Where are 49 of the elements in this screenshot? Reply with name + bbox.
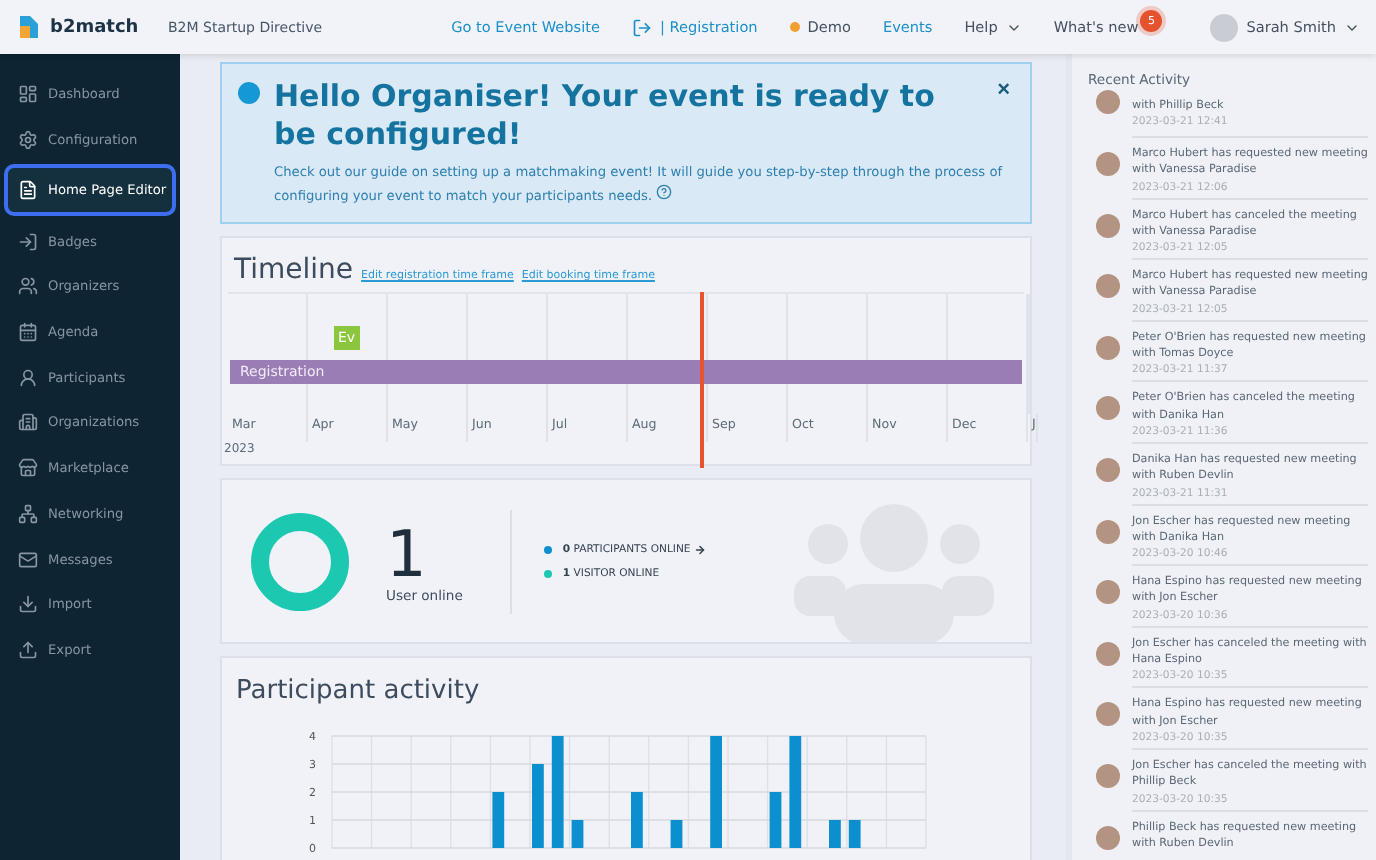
brand-name: b2match — [50, 17, 139, 37]
avatar-icon — [1096, 519, 1120, 544]
online-count: 1 — [386, 519, 427, 587]
avatar-icon — [1096, 580, 1120, 605]
menu-item-icon — [18, 594, 38, 615]
banner-title: Hello Organiser! Your event is ready to be configured! — [274, 78, 937, 154]
card-title: Participant activity — [236, 676, 482, 706]
activity-bar — [551, 736, 564, 848]
avatar-icon — [1096, 457, 1120, 482]
menu-item-icon — [18, 322, 38, 343]
activity-bar — [829, 820, 841, 848]
menu-item-icon — [18, 180, 38, 201]
activity-bar — [670, 820, 683, 848]
menu-item-icon — [18, 231, 38, 252]
avatar-icon — [1096, 152, 1120, 176]
close-button[interactable]: × — [997, 78, 1010, 102]
activity-bar — [571, 820, 584, 848]
logo-icon — [16, 14, 40, 40]
activity-bar — [492, 792, 505, 848]
avatar-icon — [1210, 13, 1239, 41]
avatar-icon — [1096, 274, 1120, 299]
activity-bar — [631, 792, 643, 848]
menu-item-icon — [18, 639, 38, 660]
menu-item-icon — [18, 503, 38, 524]
help-icon — [656, 184, 673, 200]
avatar-icon — [1096, 90, 1120, 114]
menu-item-icon — [18, 458, 38, 479]
menu-item-icon — [18, 84, 38, 105]
avatar-icon — [1096, 825, 1120, 850]
menu-item-icon — [18, 367, 38, 388]
avatar-icon — [1096, 335, 1120, 360]
exit-icon — [632, 17, 652, 37]
arrow-right-icon — [694, 543, 707, 555]
avatar-icon — [1096, 213, 1120, 238]
avatar-icon — [1096, 641, 1120, 666]
avatar-icon — [1096, 763, 1120, 788]
activity-bar — [848, 820, 861, 848]
menu-item-icon — [18, 549, 38, 570]
activity-bar — [710, 736, 722, 848]
donut-ring-icon — [250, 511, 350, 611]
menu-item-icon — [18, 130, 38, 151]
menu-item-icon — [18, 276, 38, 297]
menu-item-icon — [18, 412, 38, 433]
avatar-icon — [1096, 702, 1120, 727]
activity-bar — [789, 736, 802, 848]
avatar-icon — [1096, 396, 1120, 421]
activity-bar — [532, 764, 544, 848]
card-title: Timeline — [234, 254, 354, 286]
activity-bar — [769, 792, 782, 848]
